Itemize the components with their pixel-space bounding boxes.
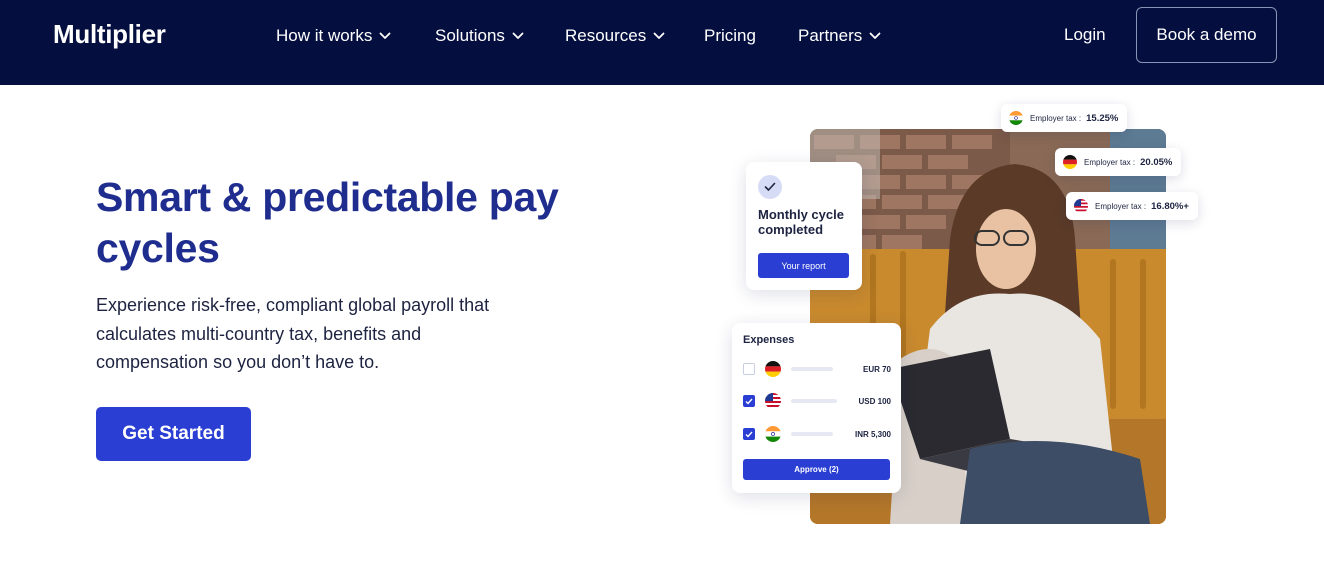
nav-solutions[interactable]: Solutions <box>435 25 524 47</box>
placeholder-bar <box>791 432 833 436</box>
nav-pricing[interactable]: Pricing <box>704 25 756 47</box>
nav-label: Partners <box>798 26 863 45</box>
expenses-title: Expenses <box>743 334 795 346</box>
cycle-status-text: Monthly cycle completed <box>758 207 844 237</box>
tax-value: 15.25% <box>1086 112 1119 124</box>
nav-label: Resources <box>565 26 647 45</box>
germany-flag-icon <box>765 361 781 377</box>
tax-value: 20.05% <box>1140 156 1173 168</box>
hero-subtitle: Experience risk-free, compliant global p… <box>96 295 490 372</box>
tax-label: Employer tax : <box>1084 157 1136 167</box>
logo[interactable]: Multiplier <box>53 19 166 50</box>
chevron-down-icon <box>379 32 391 39</box>
nav-partners[interactable]: Partners <box>798 25 881 47</box>
get-started-button[interactable]: Get Started <box>96 407 251 461</box>
tax-label: Employer tax : <box>1095 201 1147 211</box>
expense-row: EUR 70 <box>743 360 891 378</box>
hero-title: Smart & predictable pay cycles <box>96 174 559 271</box>
tax-badge: Employer tax : 20.05% <box>1055 148 1182 176</box>
monthly-cycle-card: Monthly cycle completed Your report <box>746 162 862 290</box>
checkbox-checked[interactable] <box>743 428 755 440</box>
nav-resources[interactable]: Resources <box>565 25 665 47</box>
nav-label: Solutions <box>435 26 505 45</box>
expense-amount: EUR 70 <box>862 364 891 374</box>
approve-button[interactable]: Approve (2) <box>743 459 890 480</box>
expense-row: INR 5,300 <box>743 425 891 443</box>
checkbox-checked[interactable] <box>743 395 755 407</box>
expense-amount: USD 100 <box>858 396 891 406</box>
check-icon <box>758 175 782 199</box>
usa-flag-icon <box>765 393 781 409</box>
chevron-down-icon <box>512 32 524 39</box>
chevron-down-icon <box>869 32 881 39</box>
placeholder-bar <box>791 399 837 403</box>
book-demo-button[interactable]: Book a demo <box>1136 7 1277 63</box>
top-navbar: Multiplier How it works Solutions Resour… <box>0 0 1324 85</box>
tax-badge: Employer tax : 16.80%+ <box>1066 192 1198 220</box>
india-flag-icon <box>1009 111 1023 125</box>
placeholder-bar <box>791 367 833 371</box>
india-flag-icon <box>765 426 781 442</box>
expenses-card: Expenses EUR 70 USD 100 INR 5,300 Approv… <box>732 323 901 493</box>
tax-badge: Employer tax : 15.25% <box>1001 104 1128 132</box>
your-report-button[interactable]: Your report <box>758 253 849 278</box>
expense-row: USD 100 <box>743 392 891 410</box>
login-link[interactable]: Login <box>1064 25 1106 45</box>
nav-how-it-works[interactable]: How it works <box>276 25 391 47</box>
usa-flag-icon <box>1074 199 1088 213</box>
tax-value: 16.80%+ <box>1151 200 1189 212</box>
germany-flag-icon <box>1063 155 1077 169</box>
tax-label: Employer tax : <box>1030 113 1082 123</box>
expense-amount: INR 5,300 <box>854 429 891 439</box>
chevron-down-icon <box>653 32 665 39</box>
nav-label: Pricing <box>704 26 756 45</box>
checkbox[interactable] <box>743 363 755 375</box>
nav-label: How it works <box>276 26 373 45</box>
